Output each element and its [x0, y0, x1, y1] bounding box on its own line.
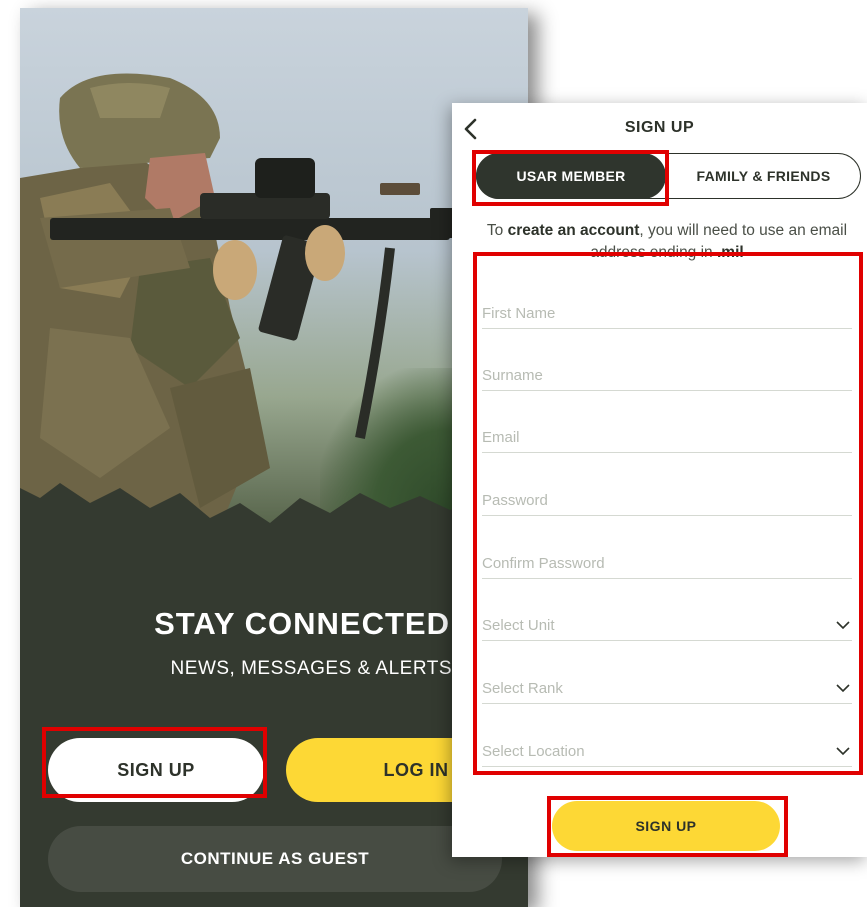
info-prefix: To — [486, 222, 508, 239]
highlight-usar-tab — [472, 150, 669, 206]
tagline: NEWS, MESSAGES & ALERTS — [170, 658, 452, 679]
highlight-signup-button — [42, 727, 267, 798]
continue-as-guest-button[interactable]: CONTINUE AS GUEST — [48, 826, 502, 892]
info-bold: create an account — [507, 222, 640, 239]
stay-connected-title: STAY CONNECTED — [154, 606, 450, 641]
tab-family-friends[interactable]: FAMILY & FRIENDS — [666, 153, 861, 199]
highlight-submit-button — [547, 796, 788, 857]
highlight-form-fields — [473, 252, 863, 775]
page-title: SIGN UP — [624, 119, 695, 136]
